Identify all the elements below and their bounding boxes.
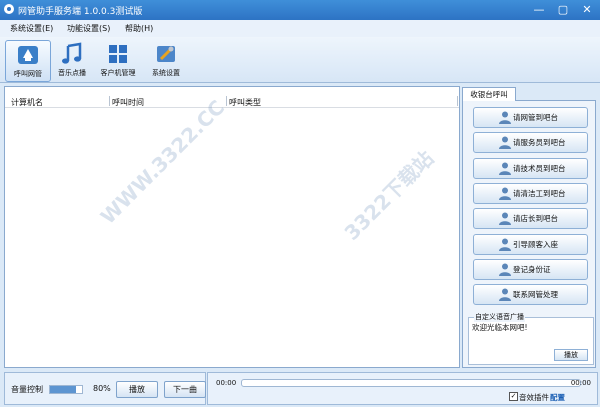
custom-broadcast-legend: 自定义语音广播 xyxy=(474,312,525,322)
tool-client-manage[interactable]: 客户机管理 xyxy=(96,40,140,80)
volume-percent: 80% xyxy=(93,384,111,393)
play-button[interactable]: 播放 xyxy=(116,381,158,398)
person-icon xyxy=(498,288,512,302)
volume-slider[interactable] xyxy=(49,385,83,394)
sound-plugin-label: 音效插件 xyxy=(519,393,549,402)
menu-system-settings[interactable]: 系统设置(E) xyxy=(10,23,53,34)
plugin-config-link[interactable]: 配置 xyxy=(550,392,565,403)
tool-call-admin-label: 呼叫网管 xyxy=(14,70,42,78)
custom-broadcast-group: 自定义语音广播 欢迎光临本网吧! 播放 xyxy=(468,312,594,365)
call-button[interactable]: 请清洁工到吧台 xyxy=(473,182,588,204)
call-list-panel: 计算机名 呼叫时间 呼叫类型 xyxy=(4,86,460,368)
tab-cashier-call[interactable]: 收银台呼叫 xyxy=(462,87,516,101)
person-icon xyxy=(498,162,512,175)
playback-group: 00:00 00:00 ✓ 音效插件 配置 xyxy=(207,372,598,405)
call-button-label: 请店长到吧台 xyxy=(513,214,558,224)
column-computer-name[interactable]: 计算机名 xyxy=(11,97,43,108)
call-button-label: 登记身份证 xyxy=(513,264,551,274)
call-button-label: 请清洁工到吧台 xyxy=(513,188,566,198)
column-call-type[interactable]: 呼叫类型 xyxy=(229,97,261,108)
title-bar: 网管助手服务端 1.0.0.3测试版 — ▢ ✕ xyxy=(0,0,600,20)
call-button-label: 联系网管处理 xyxy=(513,290,558,300)
call-button-label: 请技术员到吧台 xyxy=(513,163,566,173)
app-logo-icon xyxy=(4,4,14,14)
person-icon xyxy=(498,238,512,251)
menu-help[interactable]: 帮助(H) xyxy=(125,23,153,34)
volume-group: 音量控制 80% 播放 下一曲 xyxy=(4,372,206,405)
settings-tools-icon xyxy=(157,46,175,62)
column-divider[interactable] xyxy=(457,96,458,106)
minimize-button[interactable]: — xyxy=(528,2,550,18)
menu-function-settings[interactable]: 功能设置(S) xyxy=(67,23,110,34)
window-title: 网管助手服务端 1.0.0.3测试版 xyxy=(18,7,143,17)
bottom-bar: 音量控制 80% 播放 下一曲 00:00 00:00 ✓ 音效插件 配置 xyxy=(0,370,600,407)
next-track-button[interactable]: 下一曲 xyxy=(164,381,206,398)
toolbar: 呼叫网管 音乐点播 客户机管理 系统设置 xyxy=(0,37,600,83)
tool-call-admin[interactable]: 呼叫网管 xyxy=(5,40,51,82)
music-note-icon xyxy=(62,42,82,64)
call-button[interactable]: 请店长到吧台 xyxy=(473,208,588,230)
call-button[interactable]: 登记身份证 xyxy=(473,258,588,280)
volume-label: 音量控制 xyxy=(11,385,43,394)
call-button-label: 引导顾客入座 xyxy=(513,239,558,249)
call-button-group: 请网管到吧台 请服务员到吧台 请技术员到吧台 请清洁工到吧台 请店长到吧台 引导顾客入座登… xyxy=(462,100,596,368)
call-button[interactable]: 引导顾客入座 xyxy=(473,233,588,255)
tool-client-manage-label: 客户机管理 xyxy=(100,69,136,77)
tool-music-request-label: 音乐点播 xyxy=(58,69,86,77)
total-time: 00:00 xyxy=(570,379,591,387)
maximize-button[interactable]: ▢ xyxy=(552,2,574,18)
call-button[interactable]: 请网管到吧台 xyxy=(473,107,588,128)
person-icon xyxy=(498,136,512,150)
elapsed-time: 00:00 xyxy=(216,379,237,387)
tool-system-settings[interactable]: 系统设置 xyxy=(144,40,188,80)
call-button[interactable]: 请服务员到吧台 xyxy=(473,132,588,154)
menu-bar: 系统设置(E) 功能设置(S) 帮助(H) xyxy=(0,20,600,38)
tool-music-request[interactable]: 音乐点播 xyxy=(50,40,94,80)
person-icon xyxy=(498,187,512,200)
column-divider[interactable] xyxy=(109,96,110,106)
call-table-header: 计算机名 呼叫时间 呼叫类型 xyxy=(5,95,459,108)
call-button[interactable]: 请技术员到吧台 xyxy=(473,157,588,179)
tool-system-settings-label: 系统设置 xyxy=(152,69,180,77)
person-icon xyxy=(498,263,512,276)
sound-plugin-checkbox[interactable]: ✓ xyxy=(509,392,518,401)
column-call-time[interactable]: 呼叫时间 xyxy=(112,97,144,108)
volume-slider-fill xyxy=(50,386,76,393)
call-button[interactable]: 联系网管处理 xyxy=(473,284,588,306)
call-button-label: 请网管到吧台 xyxy=(513,113,558,122)
person-icon xyxy=(498,212,512,226)
close-button[interactable]: ✕ xyxy=(576,2,598,18)
playback-progress[interactable] xyxy=(241,379,581,387)
custom-play-button[interactable]: 播放 xyxy=(554,349,588,361)
cashier-call-panel: 收银台呼叫 请网管到吧台 请服务员到吧台 请技术员到吧台 请清洁工到吧台 请店长到吧台引… xyxy=(462,87,596,368)
call-admin-icon xyxy=(18,46,38,64)
custom-broadcast-input[interactable]: 欢迎光临本网吧! xyxy=(472,322,528,333)
call-button-label: 请服务员到吧台 xyxy=(513,138,566,148)
windows-grid-icon xyxy=(109,45,127,63)
column-divider[interactable] xyxy=(226,96,227,106)
person-icon xyxy=(498,111,512,124)
